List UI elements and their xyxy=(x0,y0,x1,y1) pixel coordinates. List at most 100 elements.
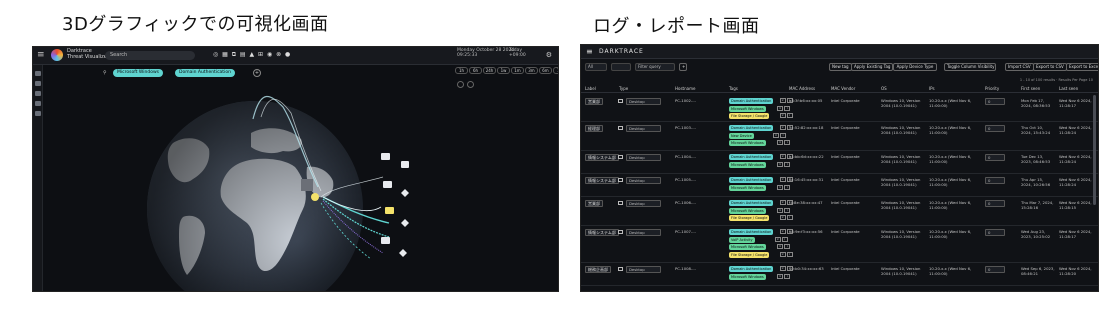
toolbar-icons[interactable]: ◎ ▦ ⧉ ▤ ▲ ⊞ ◉ ⊗ ● xyxy=(213,51,291,59)
import-csv-button[interactable]: Import CSV xyxy=(1005,63,1034,71)
remove-tag-icon[interactable]: × xyxy=(779,215,786,220)
filter-field-select[interactable] xyxy=(611,63,631,71)
pagination[interactable]: 1 - 10 of 100 results · Results Per Page… xyxy=(1020,78,1093,82)
tag-chip[interactable]: Microsoft Windows xyxy=(729,105,766,112)
remove-tag-icon[interactable]: × xyxy=(773,132,779,138)
table-row[interactable]: 営業部 Desktop PC-1002-... Domain Authenticati… xyxy=(581,95,1098,122)
sidebar-icon[interactable] xyxy=(35,81,41,86)
remove-tag-icon[interactable]: × xyxy=(777,207,784,213)
priority-select[interactable]: 0 xyxy=(985,125,1005,132)
remove-tag-icon[interactable]: × xyxy=(779,251,786,257)
remove-tag-icon[interactable]: × xyxy=(779,229,786,234)
add-filter-button[interactable]: + xyxy=(253,69,261,77)
filter-chip[interactable]: Microsoft Windows xyxy=(113,69,163,77)
remove-tag-icon[interactable]: × xyxy=(777,273,784,279)
tag-info-icon[interactable]: i xyxy=(786,251,793,257)
sidebar-icon[interactable] xyxy=(35,91,41,96)
time-range-button[interactable]: 3m xyxy=(525,67,538,74)
remove-tag-icon[interactable]: × xyxy=(779,113,786,118)
remove-tag-icon[interactable]: × xyxy=(779,154,786,159)
apply-device-type-button[interactable]: Apply Device Type xyxy=(893,63,937,71)
tag-chip[interactable]: Microsoft Windows xyxy=(729,161,766,168)
column-header[interactable]: Hostname xyxy=(675,86,695,91)
remove-tag-icon[interactable]: × xyxy=(779,177,786,182)
type-select[interactable]: Desktop xyxy=(626,125,661,132)
table-row[interactable]: 情報システム部 Desktop PC-1005-... Domain Authenti… xyxy=(581,174,1098,197)
label-field[interactable]: 営業部 xyxy=(585,200,603,207)
time-range-button[interactable]: 1h xyxy=(455,67,468,74)
tag-chip[interactable]: Domain Authentication xyxy=(729,154,774,160)
column-header[interactable]: MAC Vendor xyxy=(831,86,855,91)
remove-tag-icon[interactable]: × xyxy=(779,125,786,130)
tag-info-icon[interactable]: i xyxy=(781,236,788,242)
export-excel-button[interactable]: Export to Excel xyxy=(1066,63,1098,71)
time-range-button[interactable]: 24h xyxy=(483,67,496,74)
tag-info-icon[interactable]: i xyxy=(786,215,793,220)
tag-info-icon[interactable]: i xyxy=(784,273,791,279)
priority-select[interactable]: 0 xyxy=(985,177,1005,184)
label-field[interactable]: 経理部 xyxy=(585,125,603,132)
tag-chip[interactable]: Domain Authentication xyxy=(729,125,774,131)
label-field[interactable]: 営業部 xyxy=(585,98,603,105)
vertical-scrollbar[interactable] xyxy=(1093,95,1096,205)
tag-chip[interactable]: File Storage / Google xyxy=(729,215,770,221)
priority-select[interactable]: 0 xyxy=(985,229,1005,236)
time-selector[interactable]: Today +09:00 xyxy=(509,48,526,58)
table-row[interactable]: 情報システム部 Desktop PC-1004-... Domain Authenti… xyxy=(581,151,1098,174)
tag-info-icon[interactable]: i xyxy=(784,105,791,111)
tag-chip[interactable]: Microsoft Windows xyxy=(729,273,766,280)
priority-select[interactable]: 0 xyxy=(985,266,1005,273)
tag-info-icon[interactable]: i xyxy=(786,113,793,118)
tag-info-icon[interactable]: i xyxy=(780,132,786,138)
tag-info-icon[interactable]: i xyxy=(784,140,791,145)
tag-chip[interactable]: VoIP Activity xyxy=(729,236,755,243)
remove-tag-icon[interactable]: × xyxy=(779,98,786,103)
column-header[interactable]: Priority xyxy=(985,86,999,91)
remove-tag-icon[interactable]: × xyxy=(777,244,784,249)
label-field[interactable]: 総務企画部 xyxy=(585,266,611,273)
filter-chip[interactable]: Domain Authentication xyxy=(175,69,235,77)
tag-chip[interactable]: Domain Authentication xyxy=(729,229,774,235)
priority-select[interactable]: 0 xyxy=(985,200,1005,207)
time-range-button[interactable]: 1w xyxy=(497,67,510,74)
table-row[interactable]: 総務企画部 Desktop PC-1008-... Domain Authentica… xyxy=(581,263,1098,286)
column-header[interactable]: First seen xyxy=(1021,86,1040,91)
type-select[interactable]: Desktop xyxy=(626,229,661,236)
time-range-button[interactable]: 1m xyxy=(511,67,524,74)
add-filter-button[interactable]: + xyxy=(679,63,687,71)
type-select[interactable]: Desktop xyxy=(626,177,661,184)
label-field[interactable]: 情報システム部 xyxy=(585,229,619,236)
remove-tag-icon[interactable]: × xyxy=(779,266,786,271)
omnisearch-input[interactable]: Search xyxy=(105,51,195,60)
type-select[interactable]: Desktop xyxy=(626,98,661,105)
remove-tag-icon[interactable]: × xyxy=(777,140,784,145)
filter-query-input[interactable]: Filter query xyxy=(635,63,675,71)
column-header[interactable]: Label xyxy=(585,86,596,91)
column-header[interactable]: OS xyxy=(881,86,887,91)
column-header[interactable]: IPs xyxy=(929,86,935,91)
column-header[interactable]: Last seen xyxy=(1059,86,1078,91)
type-select[interactable]: Desktop xyxy=(626,200,661,207)
zoom-out-button[interactable] xyxy=(457,81,464,88)
tag-chip[interactable]: Microsoft Windows xyxy=(729,244,766,250)
settings-icon[interactable]: ⚙ xyxy=(546,51,552,59)
remove-tag-icon[interactable]: × xyxy=(779,200,786,205)
tag-chip[interactable]: Domain Authentication xyxy=(729,266,774,272)
new-tag-button[interactable]: New tag xyxy=(829,63,852,71)
table-row[interactable]: 情報システム部 Desktop PC-1007-... Domain Authenti… xyxy=(581,226,1098,263)
tag-chip[interactable]: Domain Authentication xyxy=(729,177,774,183)
remove-tag-icon[interactable]: × xyxy=(777,161,784,167)
table-row[interactable]: 経理部 Desktop PC-1003-... Domain Authenticati… xyxy=(581,122,1098,151)
column-header[interactable]: Type xyxy=(619,86,628,91)
tag-chip[interactable]: Microsoft Windows xyxy=(729,140,766,146)
tag-chip[interactable]: File Storage / Google xyxy=(729,113,770,119)
type-select[interactable]: Desktop xyxy=(626,266,661,273)
remove-tag-icon[interactable]: × xyxy=(774,236,781,242)
zoom-in-button[interactable] xyxy=(467,81,474,88)
table-row[interactable]: 営業部 Desktop PC-1006-... Domain Authenticati… xyxy=(581,197,1098,226)
tag-chip[interactable]: New Device xyxy=(729,132,754,139)
apply-existing-tag-button[interactable]: Apply Existing Tag xyxy=(851,63,894,71)
sidebar-icon[interactable] xyxy=(35,101,41,106)
time-range-button[interactable]: 6h xyxy=(469,67,482,74)
scope-select[interactable]: All xyxy=(585,63,607,71)
